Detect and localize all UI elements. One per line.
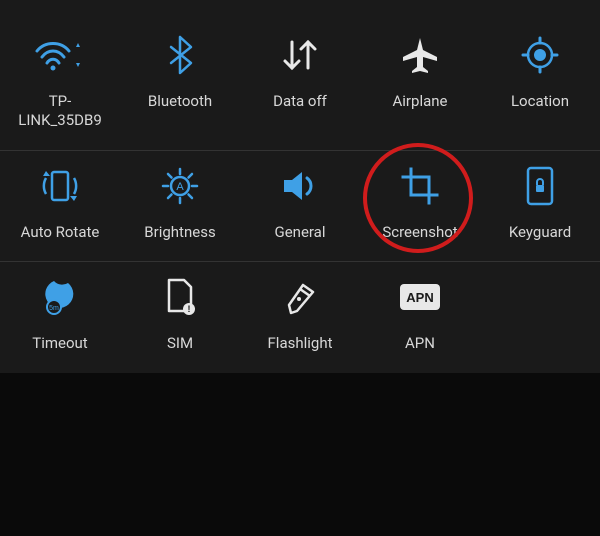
flashlight-icon bbox=[283, 272, 317, 322]
speaker-icon bbox=[280, 161, 320, 211]
rotate-icon bbox=[38, 161, 82, 211]
tile-label: Data off bbox=[273, 92, 327, 111]
svg-text:A: A bbox=[176, 181, 184, 193]
tile-label: Auto Rotate bbox=[21, 223, 100, 242]
svg-text:5m: 5m bbox=[49, 305, 59, 312]
tile-label: Airplane bbox=[393, 92, 448, 111]
sim-icon: ! bbox=[164, 272, 196, 322]
location-icon bbox=[520, 30, 560, 80]
tile-screenshot[interactable]: Screenshot bbox=[360, 161, 480, 242]
tile-wifi[interactable]: TP- LINK_35DB9 bbox=[0, 30, 120, 130]
brightness-icon: A bbox=[159, 161, 201, 211]
apn-icon: APN bbox=[398, 272, 442, 322]
tile-label: Screenshot bbox=[382, 223, 457, 242]
quick-settings-row: TP- LINK_35DB9 Bluetooth bbox=[0, 20, 600, 151]
tile-label: Bluetooth bbox=[148, 92, 212, 111]
timeout-icon: 5m bbox=[40, 272, 80, 322]
wifi-icon bbox=[33, 30, 87, 80]
tile-label: APN bbox=[405, 334, 435, 353]
tile-flashlight[interactable]: Flashlight bbox=[240, 272, 360, 353]
tile-auto-rotate[interactable]: Auto Rotate bbox=[0, 161, 120, 242]
tile-data[interactable]: Data off bbox=[240, 30, 360, 130]
airplane-icon bbox=[400, 30, 440, 80]
bluetooth-icon bbox=[167, 30, 193, 80]
keyguard-icon bbox=[525, 161, 555, 211]
svg-text:!: ! bbox=[188, 304, 191, 314]
quick-settings-row: 5m Timeout ! SIM bbox=[0, 262, 480, 373]
tile-label: Keyguard bbox=[509, 223, 571, 242]
tile-label: Timeout bbox=[32, 334, 87, 353]
tile-sim[interactable]: ! SIM bbox=[120, 272, 240, 353]
data-off-icon bbox=[280, 30, 320, 80]
tile-location[interactable]: Location bbox=[480, 30, 600, 130]
quick-settings-row: Auto Rotate A bbox=[0, 151, 600, 263]
tile-label: TP- LINK_35DB9 bbox=[18, 92, 102, 130]
tile-label: Brightness bbox=[144, 223, 215, 242]
tile-brightness[interactable]: A Brightness bbox=[120, 161, 240, 242]
screenshot-icon bbox=[400, 161, 440, 211]
quick-settings-panel: TP- LINK_35DB9 Bluetooth bbox=[0, 0, 600, 373]
tile-timeout[interactable]: 5m Timeout bbox=[0, 272, 120, 353]
tile-airplane[interactable]: Airplane bbox=[360, 30, 480, 130]
tile-label: Location bbox=[511, 92, 569, 111]
tile-label: General bbox=[274, 223, 325, 242]
tile-apn[interactable]: APN APN bbox=[360, 272, 480, 353]
tile-bluetooth[interactable]: Bluetooth bbox=[120, 30, 240, 130]
tile-label: SIM bbox=[167, 334, 193, 353]
svg-text:APN: APN bbox=[406, 290, 433, 305]
tile-sound[interactable]: General bbox=[240, 161, 360, 242]
tile-label: Flashlight bbox=[268, 334, 333, 353]
tile-keyguard[interactable]: Keyguard bbox=[480, 161, 600, 242]
